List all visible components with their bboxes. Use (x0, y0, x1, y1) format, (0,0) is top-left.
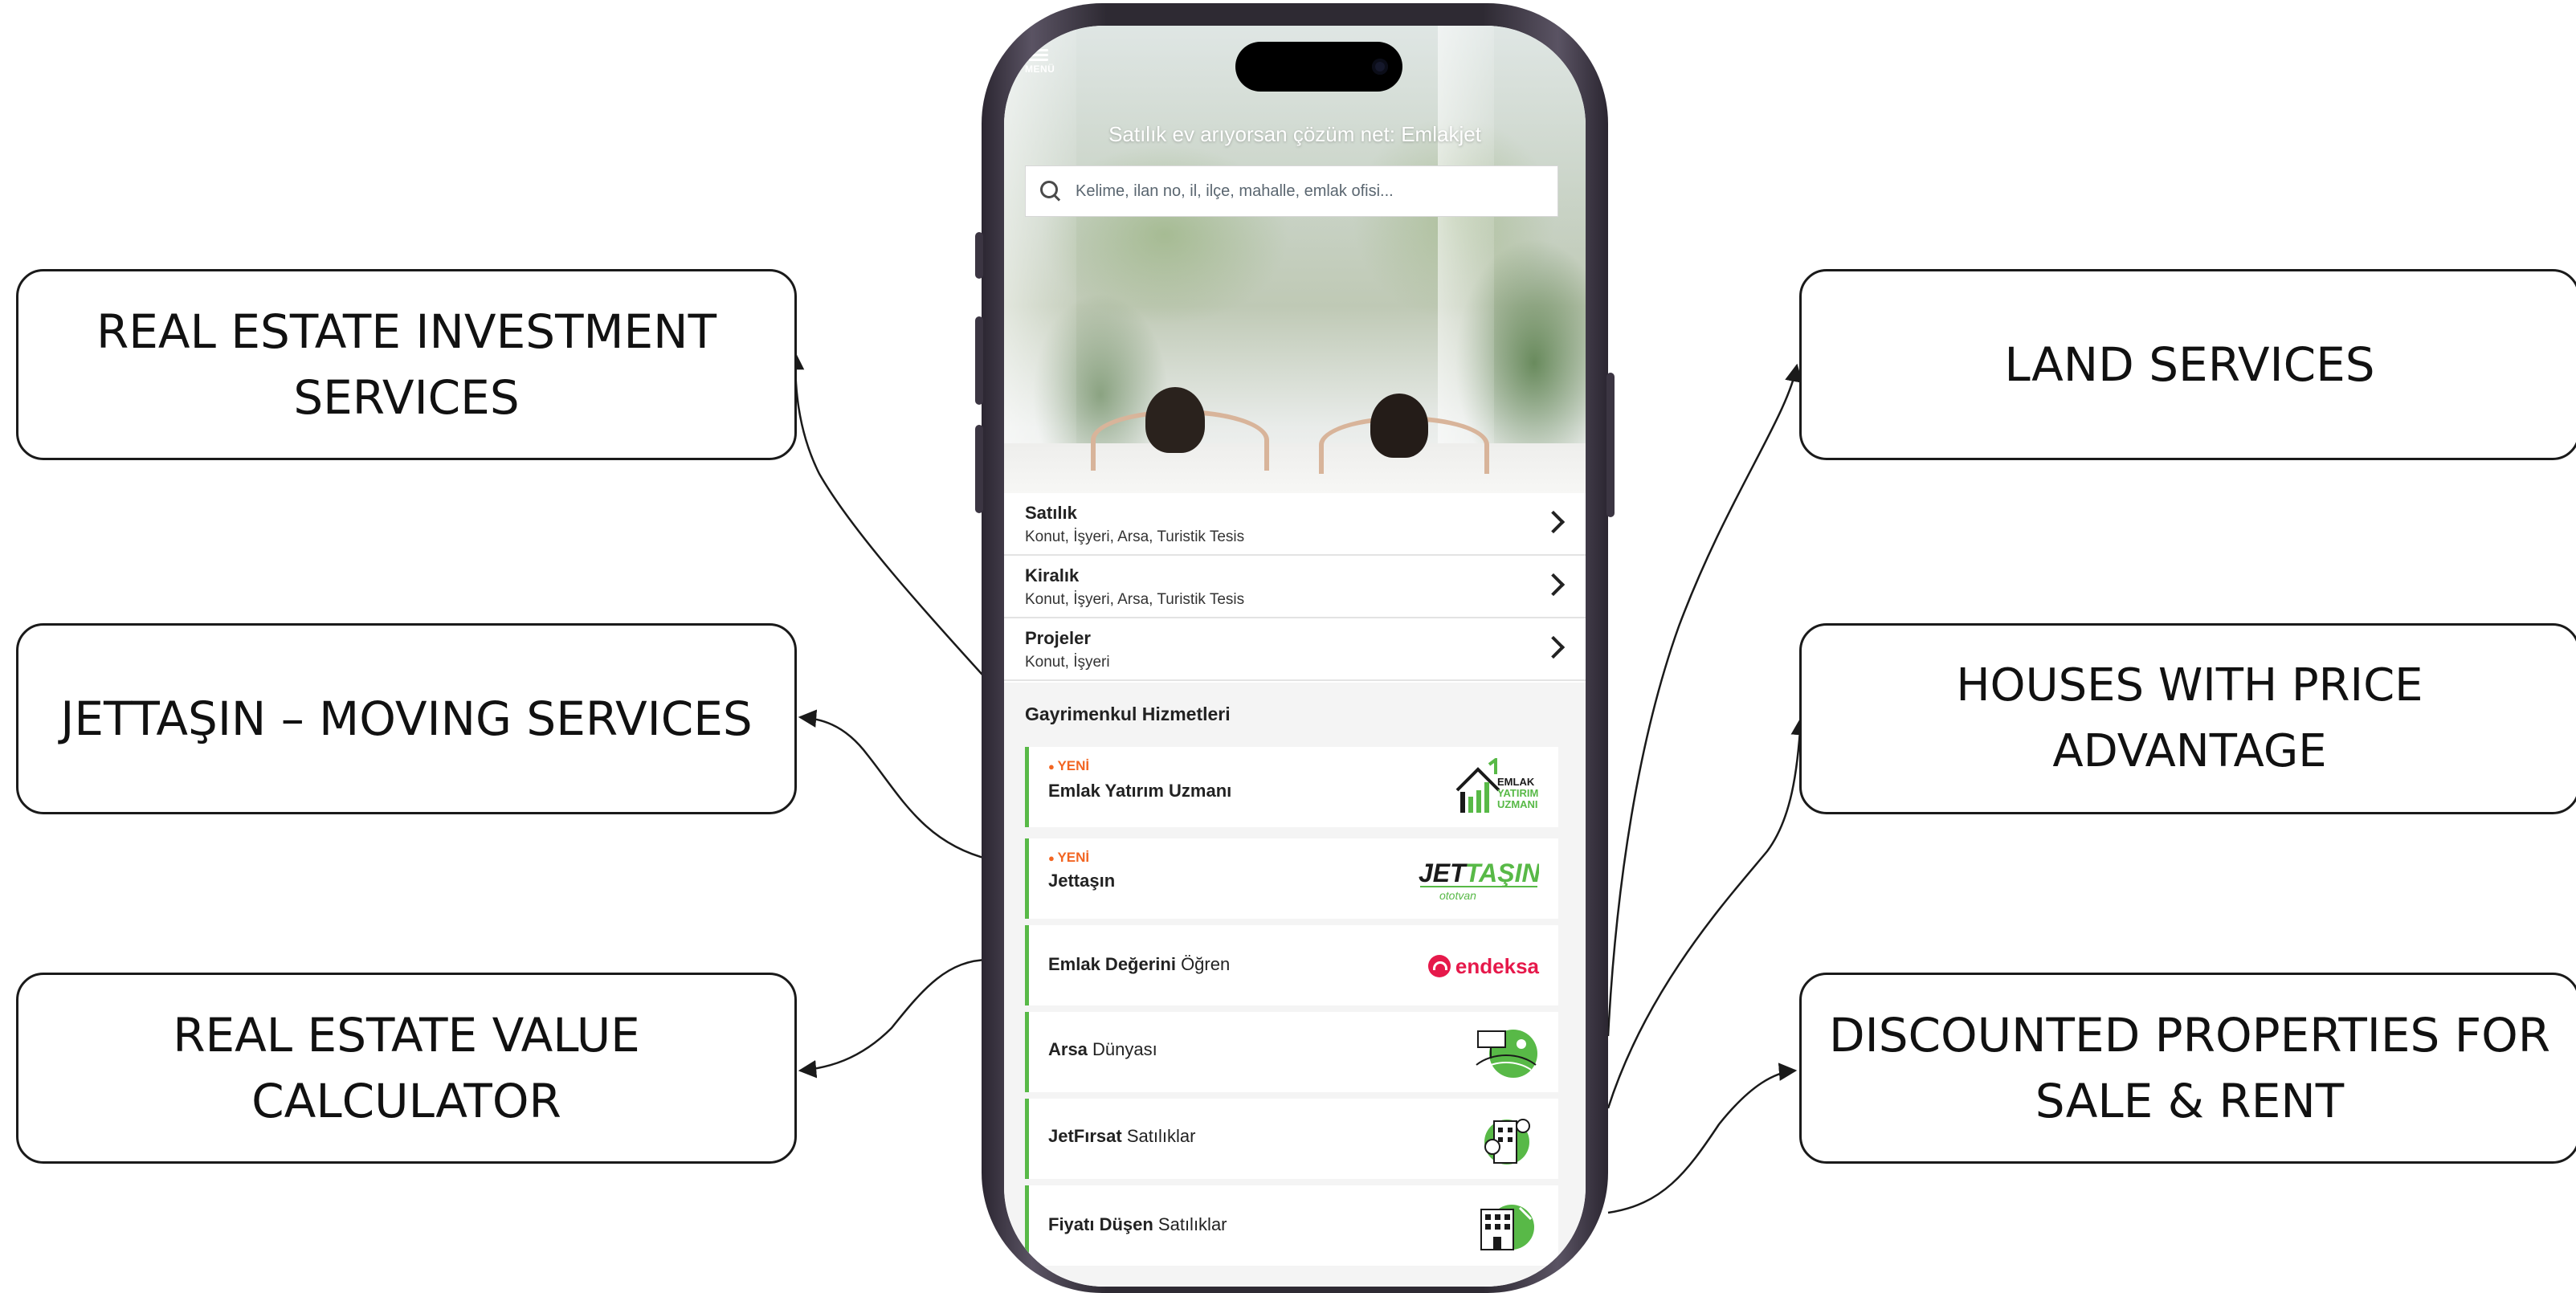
logo-text: JET (1419, 859, 1468, 887)
menu-label: MENÜ (1025, 63, 1055, 75)
phone-screen: MENÜ Satılık ev arıyorsan çözüm net: Eml… (1004, 26, 1586, 1287)
service-card-value-calculator[interactable]: Emlak Değerini Öğren endeksa (1025, 925, 1558, 1005)
investment-expert-logo: EMLAK YATIRIM UZMANI (1455, 758, 1538, 813)
arrow-discounted (1607, 1063, 1798, 1214)
building-price-tag-icon (1484, 1119, 1530, 1165)
arrow-investment (786, 351, 990, 683)
phone-frame: MENÜ Satılık ev arıyorsan çözüm net: Eml… (975, 3, 1615, 1293)
building-discount-icon (1480, 1205, 1534, 1250)
callout-price-advantage: HOUSES WITH PRICE ADVANTAGE (1799, 623, 2576, 814)
chevron-right-icon (1541, 635, 1566, 659)
callout-value-calculator: REAL ESTATE VALUE CALCULATOR (16, 973, 797, 1164)
arrow-price (1606, 716, 1809, 1109)
chevron-right-icon (1541, 510, 1566, 534)
callout-text: SERVICES (293, 370, 520, 425)
service-name: Jettaşın (1048, 871, 1116, 891)
logo-text: EMLAK (1497, 776, 1535, 788)
callout-text: LAND SERVICES (2004, 337, 2375, 392)
category-subtitle: Konut, İşyeri (1025, 654, 1110, 671)
services-title: Gayrimenkul Hizmetleri (1025, 704, 1231, 724)
land-sign-icon (1476, 1030, 1537, 1078)
service-card-jetfirsat[interactable]: JetFırsat Satılıklar (1025, 1099, 1558, 1179)
arrow-land (1606, 363, 1803, 1037)
hero-tagline: Satılık ev arıyorsan çözüm net: Emlakjet (1108, 122, 1481, 146)
service-name-bold: Fiyatı Düşen (1048, 1214, 1153, 1234)
service-name-bold: Arsa (1048, 1039, 1088, 1059)
service-card-land-world[interactable]: Arsa Dünyası (1025, 1012, 1558, 1092)
side-button (975, 232, 983, 279)
logo-text: ototvan (1439, 889, 1476, 902)
category-title: Projeler (1025, 628, 1091, 648)
category-row-projeler[interactable]: Projeler Konut, İşyeri (1004, 618, 1586, 681)
service-name-rest: Öğren (1175, 954, 1231, 974)
arrow-value (798, 958, 990, 1079)
side-button (1606, 373, 1615, 517)
callout-moving-services: JETTAŞIN – MOVING SERVICES (16, 623, 797, 814)
jettasin-logo: JET TAŞIN ototvan (1419, 859, 1539, 902)
category-row-kiralik[interactable]: Kiralık Konut, İşyeri, Arsa, Turistik Te… (1004, 556, 1586, 618)
service-name-rest: Satılıklar (1153, 1214, 1227, 1234)
endeksa-mark-icon (1427, 955, 1451, 977)
callout-discounted-properties: DISCOUNTED PROPERTIES FOR SALE & RENT (1799, 973, 2576, 1164)
callout-text: SALE & RENT (2035, 1074, 2345, 1128)
logo-text: endeksa (1455, 953, 1539, 978)
callout-text: HOUSES WITH PRICE ADVANTAGE (1956, 659, 2423, 777)
search-icon (1039, 179, 1063, 203)
callout-text: REAL ESTATE VALUE (173, 1008, 640, 1063)
service-card-jettasin[interactable]: YENİ Jettaşın JET TAŞIN ototvan (1025, 838, 1558, 919)
chevron-right-icon (1541, 573, 1566, 597)
logo-text: YATIRIM (1497, 787, 1538, 799)
callout-text: JETTAŞIN – MOVING SERVICES (60, 691, 753, 746)
services-section: Gayrimenkul Hizmetleri YENİ Emlak Yatırı… (1004, 683, 1586, 1287)
service-name: Emlak Yatırım Uzmanı (1048, 781, 1232, 801)
category-title: Satılık (1025, 503, 1077, 523)
dynamic-island (1235, 42, 1402, 92)
search-input[interactable] (1074, 181, 1557, 202)
service-name-rest: Dünyası (1087, 1039, 1157, 1059)
callout-investment-services: REAL ESTATE INVESTMENT SERVICES (16, 269, 797, 460)
category-subtitle: Konut, İşyeri, Arsa, Turistik Tesis (1025, 591, 1245, 608)
side-button (975, 425, 983, 513)
callout-text: DISCOUNTED PROPERTIES FOR (1828, 1008, 2551, 1063)
service-name-bold: Emlak Değerini (1048, 954, 1176, 974)
service-card-price-drop[interactable]: Fiyatı Düşen Satılıklar (1025, 1185, 1558, 1266)
search-bar[interactable] (1025, 165, 1558, 217)
new-badge: YENİ (1048, 850, 1089, 866)
logo-text: TAŞIN (1465, 859, 1539, 887)
endeksa-logo: endeksa (1427, 952, 1539, 980)
hero-image (1004, 26, 1586, 493)
category-subtitle: Konut, İşyeri, Arsa, Turistik Tesis (1025, 528, 1245, 545)
callout-text: CALCULATOR (251, 1074, 561, 1128)
menu-button[interactable]: MENÜ (1025, 47, 1055, 75)
callout-land-services: LAND SERVICES (1799, 269, 2576, 460)
category-row-satilik[interactable]: Satılık Konut, İşyeri, Arsa, Turistik Te… (1004, 493, 1586, 556)
logo-text: UZMANI (1497, 798, 1538, 810)
arrow-moving (798, 709, 990, 861)
category-title: Kiralık (1025, 565, 1080, 585)
service-name-rest: Satılıklar (1121, 1126, 1196, 1146)
callout-text: REAL ESTATE INVESTMENT (96, 304, 716, 359)
service-card-investment-expert[interactable]: YENİ Emlak Yatırım Uzmanı EMLAK YATIRIM … (1025, 747, 1558, 827)
service-name-bold: JetFırsat (1048, 1126, 1122, 1146)
new-badge: YENİ (1048, 758, 1089, 774)
side-button (975, 316, 983, 405)
